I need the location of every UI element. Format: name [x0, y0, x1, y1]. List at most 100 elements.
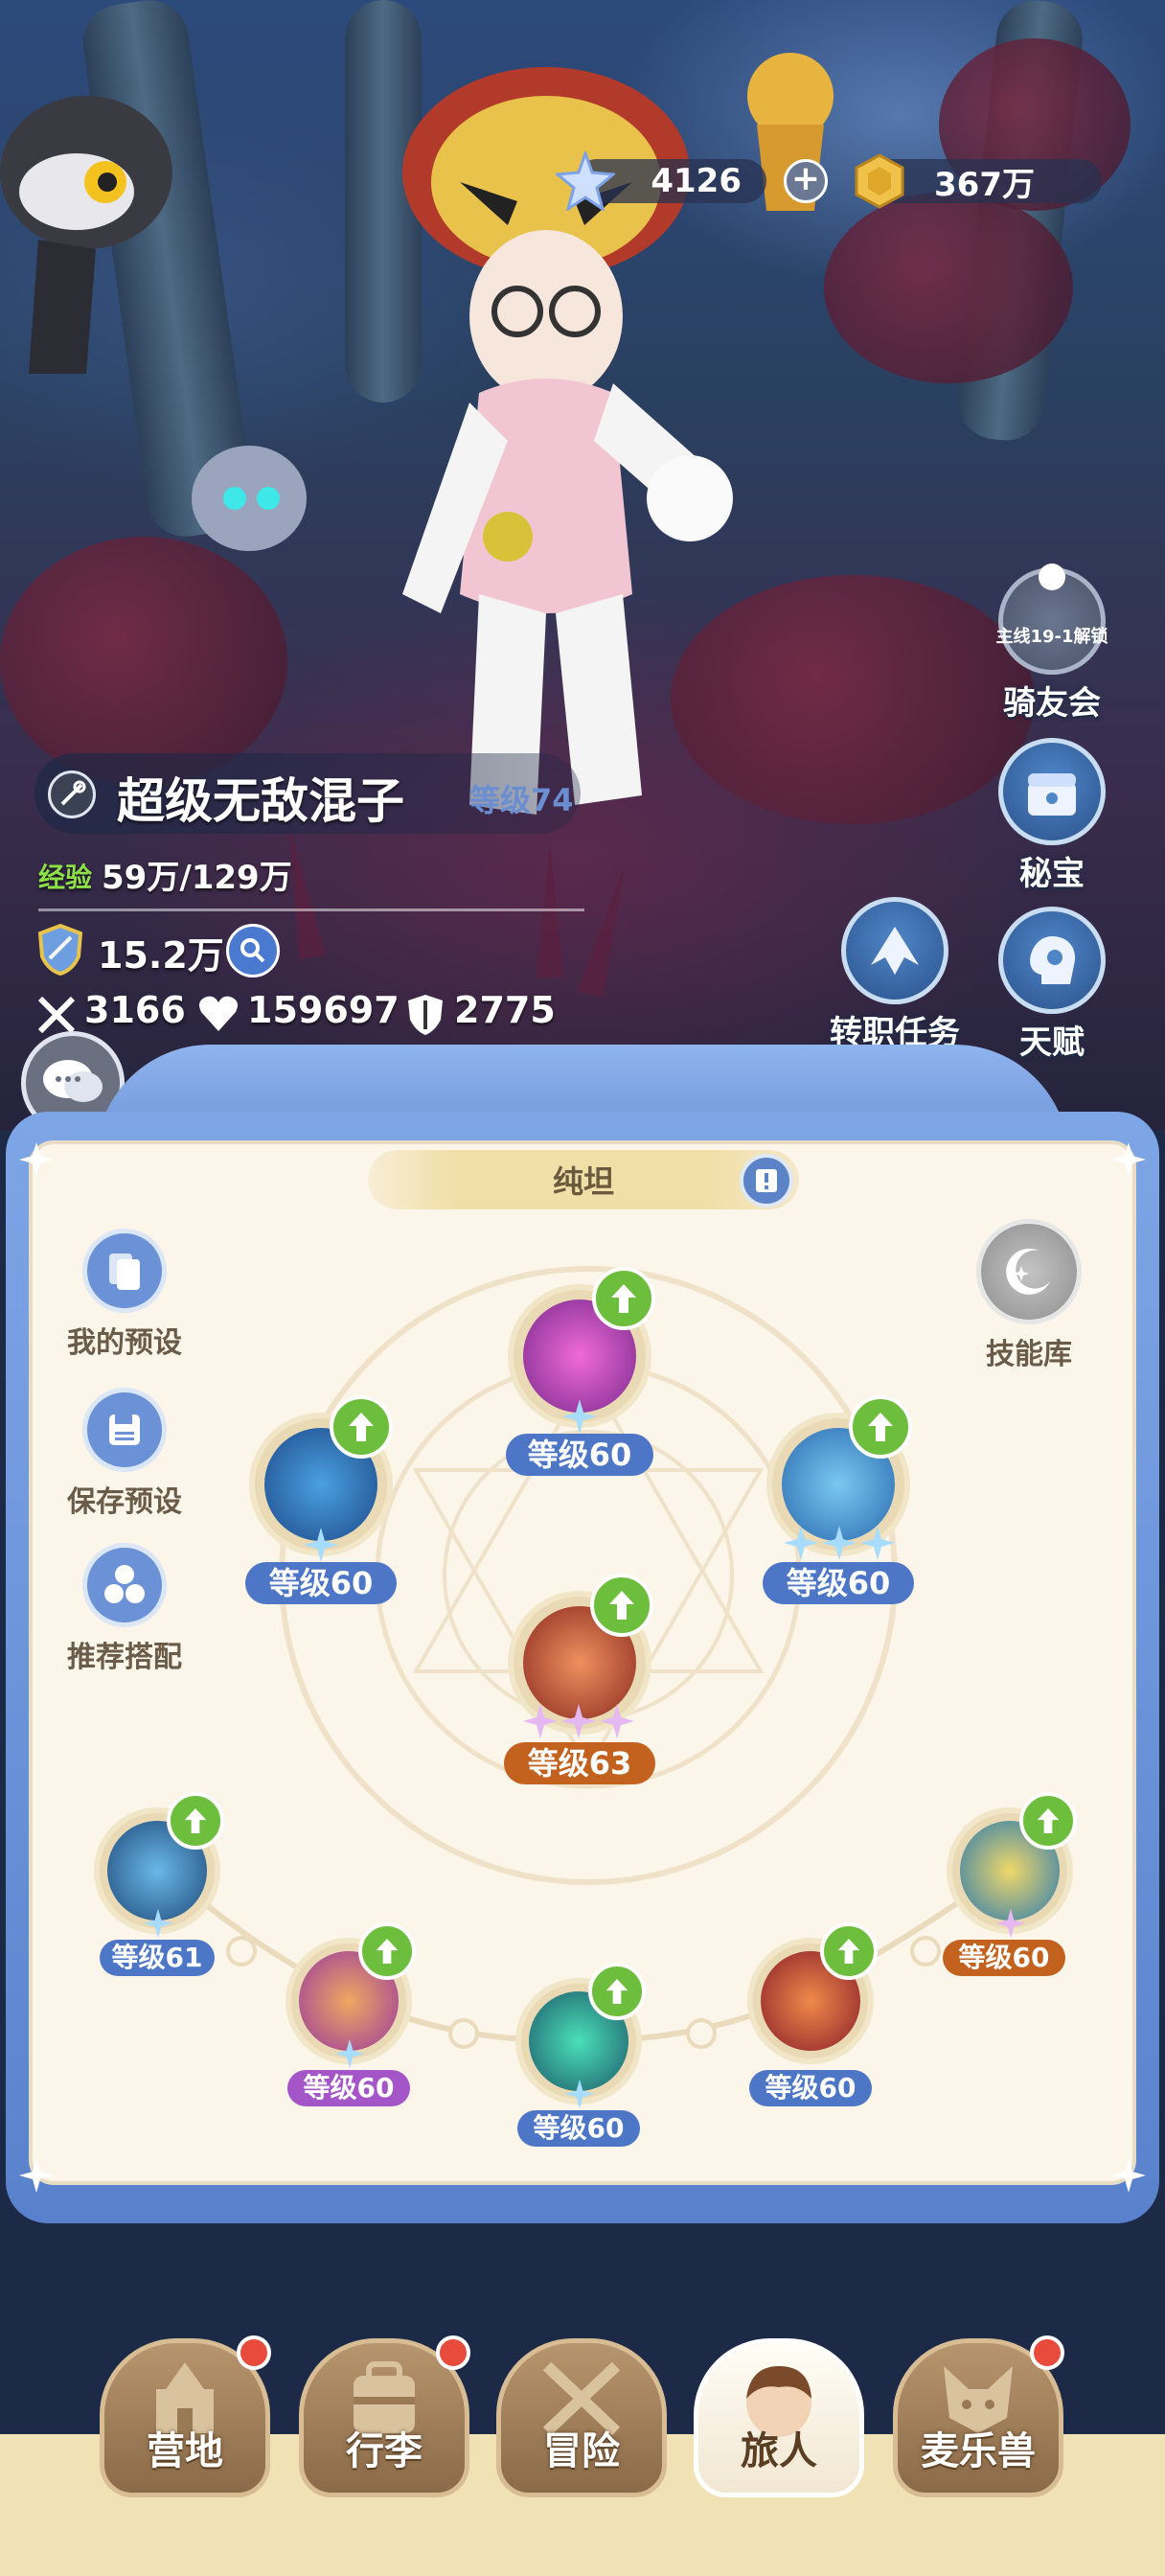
- skill-slot-center[interactable]: 等级63: [504, 1574, 655, 1792]
- upgrade-arrow-icon[interactable]: [590, 1574, 653, 1637]
- shield-power-icon: [37, 924, 83, 976]
- nav-traveler[interactable]: 旅人: [694, 2338, 864, 2497]
- nav-camp[interactable]: 营地: [100, 2335, 271, 2497]
- knight-club-button[interactable]: 主线19-1解锁 骑友会: [994, 564, 1109, 724]
- skill-level-top: 等级60: [506, 1434, 653, 1476]
- skill-stars: [782, 1524, 897, 1562]
- recommend-label: 推荐搭配: [67, 1641, 182, 1674]
- skill-slot-right[interactable]: 等级60: [763, 1395, 914, 1614]
- exp-label: 经验: [38, 862, 93, 893]
- skill-level-b3: 等级60: [517, 2110, 640, 2147]
- book-icon: [756, 1169, 777, 1192]
- exp-value: 59万/129万: [102, 859, 292, 897]
- my-presets-button[interactable]: 我的预设: [48, 1229, 201, 1361]
- skill-level-b4: 等级60: [749, 2070, 872, 2106]
- star-icon: [600, 1704, 634, 1738]
- upgrade-arrow-icon[interactable]: [588, 1963, 646, 2020]
- skill-library-label: 技能库: [986, 1338, 1072, 1371]
- skill-level-center: 等级63: [504, 1742, 655, 1784]
- corner-star-icon: [19, 2158, 54, 2193]
- star-icon: [822, 1526, 857, 1560]
- companion-creature: [0, 96, 172, 374]
- skill-slot-bottom-5[interactable]: 等级60: [943, 1792, 1077, 1984]
- skill-level-left: 等级60: [245, 1562, 397, 1604]
- star-icon: [860, 1526, 895, 1560]
- skill-slot-bottom-4[interactable]: 等级60: [747, 1922, 878, 2114]
- companion-creature: [192, 446, 307, 551]
- player-level: 等级74: [469, 782, 574, 818]
- preset-name-tag[interactable]: 纯坦: [368, 1150, 799, 1209]
- upgrade-arrow-icon[interactable]: [849, 1395, 912, 1459]
- save-disk-icon: [82, 1388, 167, 1472]
- moon-icon: [976, 1219, 1082, 1324]
- cards-icon: [82, 1229, 167, 1313]
- notification-dot: [1030, 2335, 1064, 2370]
- hp-stat: 159697: [247, 989, 400, 1031]
- skill-level-b5: 等级60: [943, 1940, 1065, 1976]
- gem-counter: 4126: [556, 151, 766, 211]
- star-icon: [564, 2079, 595, 2109]
- chat-bubble-icon: [43, 1060, 103, 1102]
- search-icon: [240, 938, 265, 963]
- defense-stat: 2775: [454, 989, 556, 1031]
- my-presets-label: 我的预设: [67, 1326, 182, 1360]
- companion-creature: [747, 53, 834, 211]
- treasure-button[interactable]: 秘宝: [994, 738, 1109, 894]
- lock-icon: [1039, 564, 1065, 590]
- skill-level-right: 等级60: [763, 1562, 914, 1604]
- skill-level-b1: 等级61: [100, 1940, 215, 1976]
- corner-star-icon: [1111, 1142, 1146, 1177]
- class-icon: [48, 770, 96, 818]
- upgrade-arrow-icon[interactable]: [358, 1922, 416, 1980]
- shield-icon: [408, 995, 443, 1035]
- talent-head-icon: [998, 907, 1106, 1014]
- add-gems-button[interactable]: +: [784, 159, 828, 203]
- knight-club-label: 骑友会: [1003, 684, 1101, 723]
- star-icon: [562, 1399, 597, 1434]
- nav-luggage[interactable]: 行李: [299, 2335, 470, 2497]
- save-preset-button[interactable]: 保存预设: [48, 1388, 201, 1520]
- star-icon: [561, 1704, 596, 1738]
- talent-button[interactable]: 天赋: [994, 907, 1109, 1063]
- bush: [824, 192, 1073, 383]
- heart-icon: [199, 996, 238, 1031]
- nav-pet-label: 麦乐兽: [921, 2429, 1036, 2473]
- recommend-button[interactable]: 推荐搭配: [48, 1543, 201, 1675]
- coin-counter: 367万: [855, 153, 1102, 209]
- skill-stars: [521, 1702, 636, 1740]
- star-icon: [334, 2038, 365, 2069]
- skill-slot-left[interactable]: 等级60: [245, 1395, 397, 1614]
- combat-power: 15.2万: [98, 934, 224, 977]
- star-icon: [995, 1908, 1026, 1939]
- star-icon: [143, 1908, 173, 1939]
- job-quest-button[interactable]: 转职任务: [809, 897, 981, 1053]
- skill-slot-bottom-2[interactable]: 等级60: [286, 1922, 416, 2114]
- upgrade-arrow-icon[interactable]: [167, 1792, 224, 1850]
- save-preset-label: 保存预设: [67, 1485, 182, 1519]
- nav-luggage-label: 行李: [346, 2429, 423, 2473]
- nav-adventure-label: 冒险: [543, 2429, 620, 2473]
- treasure-chest-icon: [998, 738, 1106, 845]
- exp-divider: [38, 908, 584, 911]
- star-icon: [784, 1526, 818, 1560]
- skill-library-button[interactable]: 技能库: [952, 1219, 1106, 1372]
- nav-pet[interactable]: 麦乐兽: [893, 2335, 1064, 2497]
- upgrade-arrow-icon[interactable]: [592, 1267, 655, 1330]
- power-detail-button[interactable]: [226, 924, 280, 978]
- preset-name: 纯坦: [552, 1163, 614, 1200]
- star-icon: [523, 1704, 558, 1738]
- star-icon: [304, 1528, 338, 1562]
- upgrade-arrow-icon[interactable]: [820, 1922, 878, 1980]
- skill-slot-bottom-1[interactable]: 等级61: [94, 1792, 224, 1984]
- nav-traveler-label: 旅人: [741, 2429, 817, 2473]
- skill-slot-top[interactable]: 等级60: [506, 1267, 655, 1485]
- notification-dot: [237, 2335, 271, 2370]
- upgrade-arrow-icon[interactable]: [1019, 1792, 1077, 1850]
- nav-camp-label: 营地: [147, 2429, 223, 2473]
- nav-adventure[interactable]: 冒险: [496, 2338, 667, 2497]
- treasure-label: 秘宝: [1019, 855, 1085, 893]
- preset-info-button[interactable]: [740, 1154, 793, 1208]
- skill-slot-bottom-3[interactable]: 等级60: [515, 1963, 646, 2154]
- coin-icon: [855, 153, 904, 209]
- upgrade-arrow-icon[interactable]: [330, 1395, 393, 1459]
